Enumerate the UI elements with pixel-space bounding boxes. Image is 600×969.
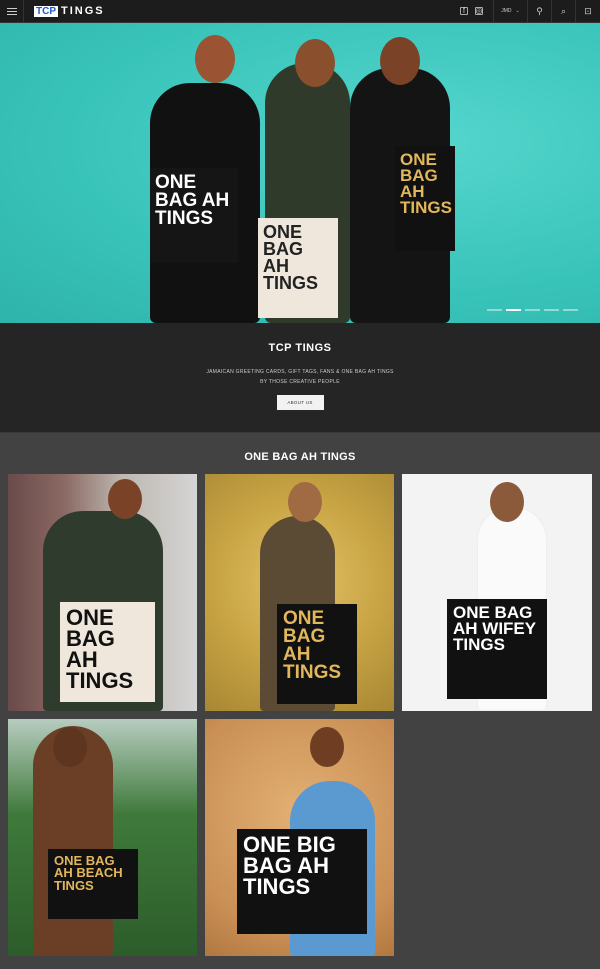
product-bag: ONE BIG BAG AH TINGS <box>237 829 367 934</box>
model-head <box>53 727 87 767</box>
model-head <box>288 482 322 522</box>
about-tagline-1: JAMAICAN GREETING CARDS, GIFT TAGS, FANS… <box>206 369 394 375</box>
search-button[interactable]: ⌕ <box>552 0 576 22</box>
menu-button[interactable] <box>0 0 24 22</box>
product-bag: ONE BAG AH BEACH TINGS <box>48 849 138 919</box>
slide-dot[interactable] <box>525 309 540 311</box>
tote-bag-white: ONE BAG AH TINGS <box>258 218 338 318</box>
logo-text: TINGS <box>61 5 105 17</box>
chevron-down-icon: ⌄ <box>515 8 520 14</box>
slide-indicators <box>487 309 578 311</box>
slide-dot[interactable] <box>487 309 502 311</box>
product-grid: ONE BAG AH TINGS ONE BAG AH TINGS ONE BA… <box>8 474 592 956</box>
slide-dot-active[interactable] <box>506 309 521 311</box>
instagram-icon[interactable]: ◎ <box>475 7 483 15</box>
slide-dot[interactable] <box>544 309 559 311</box>
product-bag: ONE BAG AH TINGS <box>277 604 357 704</box>
cart-button[interactable]: ⊡ <box>576 0 600 22</box>
product-card[interactable]: ONE BAG AH TINGS <box>205 474 394 711</box>
about-us-button[interactable]: ABOUT US <box>276 395 324 410</box>
bag-icon: ⊡ <box>584 5 592 16</box>
product-card[interactable]: ONE BIG BAG AH TINGS <box>205 719 394 956</box>
site-logo[interactable]: TCP TINGS <box>24 0 450 22</box>
model-head <box>108 479 142 519</box>
about-section: TCP TINGS JAMAICAN GREETING CARDS, GIFT … <box>0 323 600 433</box>
model-right-head <box>380 37 420 85</box>
currency-selector[interactable]: JMD ⌄ <box>494 0 528 22</box>
collection-title: ONE BAG AH TINGS <box>244 451 356 463</box>
search-icon: ⌕ <box>560 5 567 16</box>
tote-bag-black: ONE BAG AH TINGS <box>150 168 238 263</box>
logo-tcp: TCP <box>34 5 58 17</box>
product-card[interactable]: ONE BAG AH TINGS <box>8 474 197 711</box>
product-bag: ONE BAG AH WIFEY TINGS <box>447 599 547 699</box>
about-title: TCP TINGS <box>268 342 332 354</box>
model-head <box>490 482 524 522</box>
slide-dot[interactable] <box>563 309 578 311</box>
social-links: f ◎ <box>450 0 494 22</box>
hero-slideshow[interactable]: ONE BAG AH TINGS ONE BAG AH TINGS ONE BA… <box>0 23 600 323</box>
account-button[interactable]: ⚲ <box>528 0 552 22</box>
facebook-icon[interactable]: f <box>460 7 468 15</box>
currency-label: JMD <box>501 8 512 14</box>
model-left-head <box>195 35 235 83</box>
product-card[interactable]: ONE BAG AH BEACH TINGS <box>8 719 197 956</box>
tote-bag-gold: ONE BAG AH TINGS <box>395 146 455 251</box>
user-icon: ⚲ <box>536 5 543 16</box>
about-tagline-2: BY THOSE CREATIVE PEOPLE <box>260 379 340 385</box>
site-header: TCP TINGS f ◎ JMD ⌄ ⚲ ⌕ ⊡ <box>0 0 600 23</box>
model-center-head <box>295 39 335 87</box>
model-head <box>310 727 344 767</box>
product-card[interactable]: ONE BAG AH WIFEY TINGS <box>402 474 592 711</box>
hamburger-icon <box>6 7 17 15</box>
product-collection: ONE BAG AH TINGS ONE BAG AH TINGS ONE BA… <box>0 433 600 969</box>
product-bag: ONE BAG AH TINGS <box>60 602 155 702</box>
